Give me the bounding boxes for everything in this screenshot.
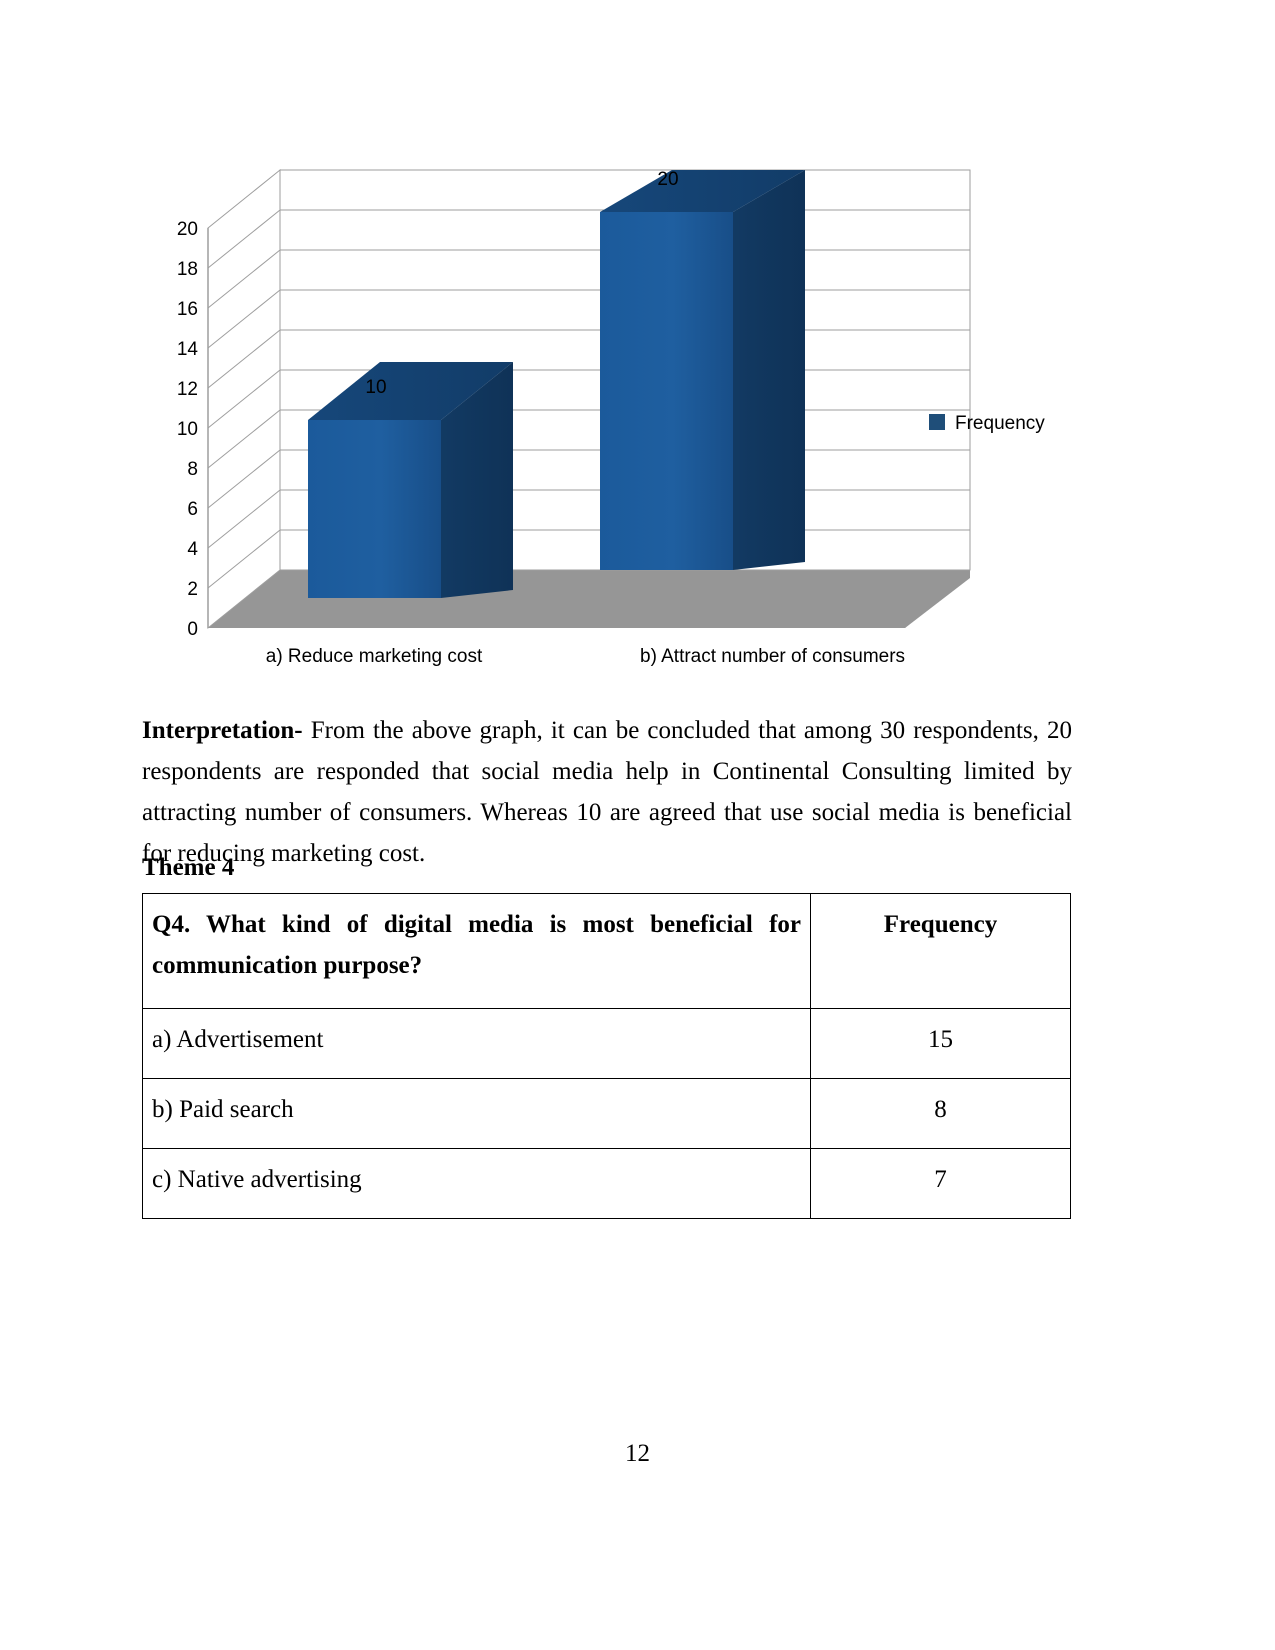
value-label-bar-2: 20 — [657, 169, 678, 190]
table-cell-frequency-value: 7 — [810, 1148, 1071, 1219]
table-cell-frequency-value: 8 — [810, 1078, 1071, 1149]
legend-marker-frequency — [929, 414, 945, 430]
table-cell-frequency-value: 15 — [810, 1008, 1071, 1079]
table-header-frequency: Frequency — [810, 893, 1071, 1009]
y-tick-2: 2 — [187, 579, 198, 600]
document-page: 0 2 4 6 8 10 12 14 16 18 20 10 20 a) Red… — [0, 0, 1275, 1650]
theme-heading: Theme 4 — [142, 854, 235, 881]
y-tick-10: 10 — [177, 419, 198, 440]
x-axis-category-labels: a) Reduce marketing cost b) Attract numb… — [266, 646, 905, 667]
y-tick-8: 8 — [187, 459, 198, 480]
chart-side-wall — [207, 168, 281, 630]
bar-chart-figure: 0 2 4 6 8 10 12 14 16 18 20 10 20 a) Red… — [140, 150, 1080, 680]
y-tick-6: 6 — [187, 499, 198, 520]
table-header-row: Q4. What kind of digital media is most b… — [142, 893, 1071, 1009]
value-label-bar-1: 10 — [365, 377, 386, 398]
interpretation-paragraph: Interpretation- From the above graph, it… — [142, 710, 1072, 874]
y-tick-16: 16 — [177, 299, 198, 320]
y-tick-12: 12 — [177, 379, 198, 400]
legend-label-frequency: Frequency — [955, 413, 1045, 434]
category-label-2: b) Attract number of consumers — [640, 646, 905, 667]
table-header-question: Q4. What kind of digital media is most b… — [142, 893, 811, 1009]
interpretation-label: Interpretation- — [142, 717, 303, 744]
chart-canvas: 0 2 4 6 8 10 12 14 16 18 20 10 20 a) Red… — [140, 150, 1080, 680]
table-row: a) Advertisement 15 — [142, 1008, 1071, 1079]
table-cell-option-label: c) Native advertising — [142, 1148, 811, 1219]
chart-svg: 0 2 4 6 8 10 12 14 16 18 20 10 20 a) Red… — [177, 168, 1045, 667]
y-tick-18: 18 — [177, 259, 198, 280]
y-axis-tick-labels: 0 2 4 6 8 10 12 14 16 18 20 — [177, 219, 199, 640]
y-tick-4: 4 — [187, 539, 198, 560]
table-row: c) Native advertising 7 — [142, 1148, 1071, 1219]
bar-attract-number-of-consumers[interactable] — [600, 170, 805, 570]
bar-reduce-marketing-cost[interactable] — [308, 362, 513, 598]
page-number: 12 — [625, 1440, 650, 1467]
category-label-1: a) Reduce marketing cost — [266, 646, 483, 667]
question-frequency-table: Q4. What kind of digital media is most b… — [142, 893, 1071, 1219]
y-tick-14: 14 — [177, 339, 199, 360]
y-tick-20: 20 — [177, 219, 198, 240]
y-tick-0: 0 — [187, 619, 198, 640]
table-cell-option-label: b) Paid search — [142, 1078, 811, 1149]
table-row: b) Paid search 8 — [142, 1078, 1071, 1149]
table-cell-option-label: a) Advertisement — [142, 1008, 811, 1079]
